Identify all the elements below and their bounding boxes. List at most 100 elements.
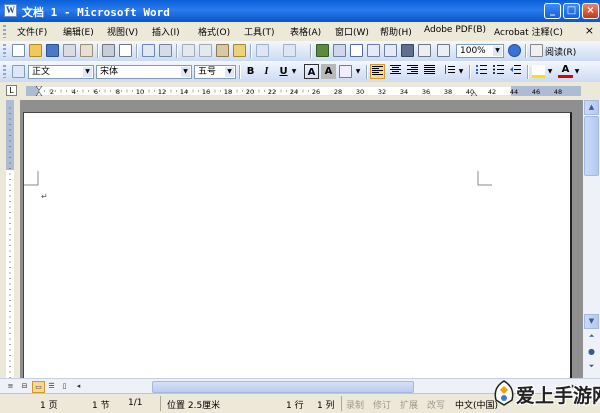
scroll-up-button[interactable]: ▲ [584,100,599,115]
undo-icon[interactable] [256,44,269,57]
chevron-down-icon[interactable]: ▼ [290,64,298,79]
chevron-down-icon[interactable]: ▼ [225,67,234,77]
chevron-down-icon[interactable]: ▼ [354,64,362,79]
highlight-icon[interactable] [532,65,545,78]
chevron-down-icon[interactable]: ▼ [457,64,465,79]
format-painter-icon[interactable] [233,44,246,57]
status-record-macro[interactable]: 录制 [346,398,364,411]
menu-file[interactable]: 文件(F) [17,25,47,38]
web-layout-icon[interactable]: ⊟ [19,381,30,391]
justify-button[interactable] [422,64,437,79]
underline-button[interactable]: U [276,64,291,79]
italic-button[interactable]: I [259,64,274,79]
scroll-down-button[interactable]: ▼ [584,314,599,329]
close-button[interactable]: × [582,3,599,19]
print-layout-icon[interactable]: ▭ [32,381,45,393]
menu-table[interactable]: 表格(A) [290,25,321,38]
menu-insert[interactable]: 插入(I) [152,25,180,38]
read-mode-button[interactable]: 阅读(R) [545,45,576,58]
status-extend[interactable]: 扩展 [400,398,418,411]
maximize-button[interactable]: □ [563,3,580,19]
paste-icon[interactable] [216,44,229,57]
font-color-button[interactable]: A [558,64,573,78]
read-icon[interactable] [530,44,543,57]
spelling-icon[interactable] [142,44,155,57]
new-document-icon[interactable] [12,44,25,57]
hyperlink-icon[interactable] [316,44,329,57]
decrease-indent-button[interactable] [508,64,523,79]
toolbar-grip[interactable] [3,65,6,78]
ruler-tick-label: 28 [334,88,342,96]
line-spacing-button[interactable] [442,64,457,79]
select-browse-object-icon[interactable]: ● [584,345,599,360]
bullets-button[interactable] [491,64,506,79]
tables-borders-icon[interactable] [333,44,346,57]
drawing-icon[interactable] [401,44,414,57]
open-folder-icon[interactable] [29,44,42,57]
align-center-button[interactable] [388,64,403,79]
bold-button[interactable]: B [243,64,258,79]
menu-acrobat-comments[interactable]: Acrobat 注释(C) [494,25,563,38]
save-icon[interactable] [46,44,59,57]
chevron-down-icon[interactable]: ▼ [546,64,554,79]
numbering-button[interactable] [474,64,489,79]
zoom-select[interactable]: 100% ▼ [456,44,504,58]
word-app-icon[interactable]: W [4,4,17,17]
menu-help[interactable]: 帮助(H) [380,25,412,38]
status-overtype[interactable]: 改写 [427,398,445,411]
vertical-scrollbar[interactable]: ▲ ▼ ⏶ ● ⏷ [583,100,600,378]
styles-formatting-icon[interactable] [12,65,25,78]
print-preview-icon[interactable] [119,44,132,57]
menu-adobe-pdf[interactable]: Adobe PDF(B) [424,25,486,35]
research-icon[interactable] [159,44,172,57]
permission-icon[interactable] [63,44,76,57]
previous-page-button[interactable]: ⏶ [584,330,599,345]
toolbar-grip[interactable] [3,44,6,57]
columns-icon[interactable] [384,44,397,57]
character-scaling-icon[interactable] [339,65,352,78]
menu-window[interactable]: 窗口(W) [335,25,369,38]
horizontal-ruler[interactable]: 2 4 6 8 10 12 14 16 18 20 22 24 26 28 30 32 34 36 38 40 42 44… [26,86,581,96]
chevron-down-icon[interactable]: ▼ [573,64,581,79]
character-border-button[interactable]: A [304,64,319,79]
style-select[interactable]: 正文 ▼ [28,65,94,79]
scroll-thumb[interactable] [584,116,599,176]
menu-tools[interactable]: 工具(T) [244,25,275,38]
align-right-button[interactable] [405,64,420,79]
document-map-icon[interactable] [418,44,431,57]
menu-grip[interactable] [3,25,6,38]
font-size-select[interactable]: 五号 ▼ [194,65,236,79]
scroll-left-icon[interactable]: ◂ [73,381,84,391]
tab-selector[interactable]: L [6,85,17,96]
email-icon[interactable] [80,44,93,57]
vertical-ruler[interactable] [0,100,20,378]
status-track-changes[interactable]: 修订 [373,398,391,411]
chevron-down-icon[interactable]: ▼ [181,67,190,77]
chevron-down-icon[interactable]: ▼ [83,67,92,77]
menu-view[interactable]: 视图(V) [107,25,138,38]
redo-icon[interactable] [283,44,296,57]
next-page-button[interactable]: ⏷ [584,360,599,375]
insert-excel-icon[interactable] [367,44,380,57]
font-select[interactable]: 宋体 ▼ [96,65,192,79]
character-shading-button[interactable]: A [321,64,336,79]
close-document-icon[interactable]: × [585,24,594,37]
minimize-button[interactable]: _ [544,3,561,19]
help-icon[interactable] [508,44,521,57]
title-bar[interactable]: W 文档 1 - Microsoft Word _ □ × [0,0,600,22]
copy-icon[interactable] [199,44,212,57]
outline-view-icon[interactable]: ☰ [46,381,57,391]
print-icon[interactable] [102,44,115,57]
chevron-down-icon[interactable]: ▼ [493,46,502,56]
horizontal-scroll-thumb[interactable] [152,381,414,393]
menu-format[interactable]: 格式(O) [198,25,230,38]
document-page[interactable]: ↵ [23,112,572,378]
cut-icon[interactable] [182,44,195,57]
show-hide-icon[interactable] [437,44,450,57]
insert-table-icon[interactable] [350,44,363,57]
menu-edit[interactable]: 编辑(E) [63,25,94,38]
paragraph-mark: ↵ [41,192,48,201]
normal-view-icon[interactable]: ≡ [5,381,16,391]
reading-layout-icon[interactable]: ▯ [59,381,70,391]
align-left-button[interactable] [370,64,385,79]
